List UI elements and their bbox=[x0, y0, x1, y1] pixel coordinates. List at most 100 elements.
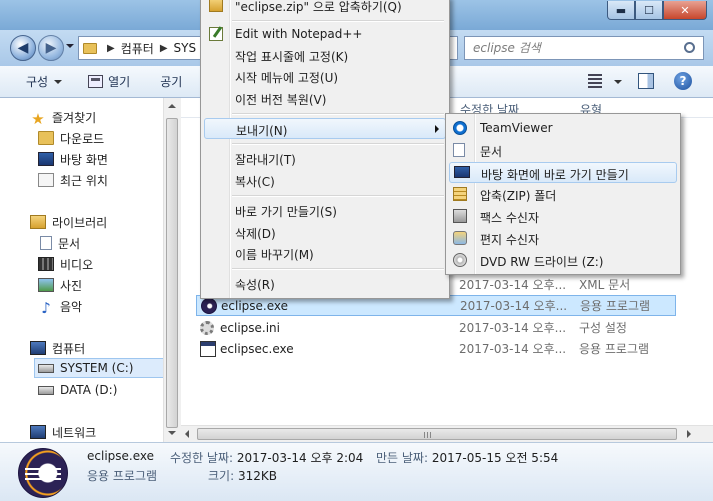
send-to-zip-folder[interactable]: 압축(ZIP) 폴더 bbox=[449, 184, 677, 205]
back-arrow-icon: ◀ bbox=[17, 40, 29, 56]
menu-label: TeamViewer bbox=[480, 121, 553, 135]
menu-item-edit-notepad[interactable]: Edit with Notepad++ bbox=[204, 24, 446, 45]
send-to-fax[interactable]: 팩스 수신자 bbox=[449, 206, 677, 227]
dvd-drive-icon bbox=[453, 253, 467, 267]
modified-value: 2017-03-14 오후 2:04 bbox=[236, 451, 364, 465]
downloads-folder-icon bbox=[38, 131, 54, 145]
nav-downloads[interactable]: 다운로드 bbox=[38, 128, 104, 148]
nav-vertical-scrollbar[interactable] bbox=[163, 98, 180, 442]
scroll-left-icon[interactable] bbox=[185, 430, 189, 438]
nav-label: 네트워크 bbox=[52, 425, 97, 440]
view-options-icon[interactable] bbox=[588, 74, 602, 88]
maximize-button[interactable]: ☐ bbox=[635, 1, 663, 20]
nav-label: 바탕 화면 bbox=[60, 152, 108, 167]
forward-button[interactable]: ▶ bbox=[38, 35, 64, 61]
help-icon[interactable]: ? bbox=[674, 72, 692, 90]
nav-desktop[interactable]: 바탕 화면 bbox=[38, 149, 108, 169]
menu-label: 시작 메뉴에 고정(U) bbox=[235, 71, 339, 85]
forward-arrow-icon: ▶ bbox=[45, 40, 57, 56]
menu-item-restore-previous[interactable]: 이전 버전 복원(V) bbox=[204, 88, 446, 109]
chevron-right-icon[interactable]: ▶ bbox=[107, 43, 115, 54]
menu-label: 복사(C) bbox=[235, 175, 275, 189]
nav-label: 최근 위치 bbox=[60, 173, 108, 188]
send-to-teamviewer[interactable]: TeamViewer bbox=[449, 118, 677, 139]
menu-separator bbox=[232, 20, 444, 22]
menu-label: 잘라내기(T) bbox=[235, 153, 296, 167]
send-to-desktop-shortcut[interactable]: 바탕 화면에 바로 가기 만들기 bbox=[449, 162, 677, 183]
file-row[interactable]: eclipse.ini 2017-03-14 오후... 구성 설정 bbox=[196, 317, 676, 338]
menu-item-copy[interactable]: 복사(C) bbox=[204, 170, 446, 191]
size-label: 크기: bbox=[208, 469, 235, 483]
menu-item-rename[interactable]: 이름 바꾸기(M) bbox=[204, 243, 446, 264]
nav-label: DATA (D:) bbox=[60, 383, 118, 397]
file-name: eclipse.ini bbox=[220, 320, 280, 335]
menu-label: 바로 가기 만들기(S) bbox=[235, 205, 337, 219]
nav-network[interactable]: 네트워크 bbox=[30, 422, 96, 442]
nav-label: 사진 bbox=[60, 278, 83, 293]
send-to-mail[interactable]: 편지 수신자 bbox=[449, 228, 677, 249]
menu-item-send-to[interactable]: 보내기(N) bbox=[204, 118, 446, 139]
chevron-down-icon bbox=[54, 79, 63, 84]
nav-music[interactable]: ♪ 음악 bbox=[38, 296, 82, 317]
menu-item-properties[interactable]: 속성(R) bbox=[204, 273, 446, 294]
send-to-submenu: TeamViewer 문서 바탕 화면에 바로 가기 만들기 압축(ZIP) 폴… bbox=[445, 113, 681, 275]
nav-videos[interactable]: 비디오 bbox=[38, 254, 93, 274]
nav-computer[interactable]: 컴퓨터 bbox=[30, 338, 85, 358]
close-button[interactable]: ✕ bbox=[663, 1, 707, 20]
nav-system-drive[interactable]: SYSTEM (C:) bbox=[34, 358, 176, 378]
back-button[interactable]: ◀ bbox=[10, 35, 36, 61]
nav-label: 즐겨찾기 bbox=[52, 110, 97, 125]
details-file-name: eclipse.exe bbox=[87, 449, 155, 463]
organize-button[interactable]: 구성 bbox=[20, 70, 68, 94]
breadcrumb-computer[interactable]: 컴퓨터 bbox=[121, 40, 154, 57]
menu-label: 팩스 수신자 bbox=[480, 211, 540, 225]
settings-file-icon bbox=[200, 320, 214, 335]
share-button[interactable]: 공기 bbox=[154, 70, 188, 94]
details-file-type: 응용 프로그램 bbox=[87, 469, 158, 483]
details-pane: eclipse.exe 응용 프로그램 수정한 날짜: 2017-03-14 오… bbox=[0, 442, 713, 501]
menu-item-delete[interactable]: 삭제(D) bbox=[204, 222, 446, 243]
nav-data-drive[interactable]: DATA (D:) bbox=[38, 380, 117, 400]
search-box[interactable] bbox=[464, 36, 704, 60]
menu-item-cut[interactable]: 잘라내기(T) bbox=[204, 148, 446, 169]
send-to-dvd[interactable]: DVD RW 드라이브 (Z:) bbox=[449, 250, 677, 271]
nav-label: 비디오 bbox=[60, 257, 94, 272]
recent-pages-dropdown[interactable] bbox=[66, 44, 74, 48]
window-controls: ▬ ☐ ✕ bbox=[607, 1, 707, 20]
search-input[interactable] bbox=[473, 41, 673, 55]
size-value: 312KB bbox=[237, 469, 277, 483]
nav-documents[interactable]: 문서 bbox=[38, 233, 80, 253]
preview-pane-icon[interactable] bbox=[638, 73, 654, 89]
nav-libraries[interactable]: 라이브러리 bbox=[30, 212, 107, 232]
open-button[interactable]: 열기 bbox=[82, 70, 136, 94]
chevron-right-icon[interactable]: ▶ bbox=[160, 43, 168, 54]
nav-favorites[interactable]: ★ 즐겨찾기 bbox=[30, 107, 97, 128]
menu-item-pin-taskbar[interactable]: 작업 표시줄에 고정(K) bbox=[204, 45, 446, 66]
breadcrumb-system[interactable]: SYS bbox=[174, 41, 197, 55]
chevron-down-icon[interactable] bbox=[614, 80, 622, 84]
details-created: 만든 날짜: 2017-05-15 오전 5:54 bbox=[376, 449, 558, 466]
scroll-down-icon[interactable] bbox=[168, 431, 176, 435]
horizontal-scrollbar[interactable] bbox=[181, 425, 713, 442]
scroll-up-icon[interactable] bbox=[168, 104, 176, 108]
menu-label: 작업 표시줄에 고정(K) bbox=[235, 50, 349, 64]
menu-item-pin-start[interactable]: 시작 메뉴에 고정(U) bbox=[204, 66, 446, 87]
scroll-right-icon[interactable] bbox=[687, 430, 691, 438]
menu-item-create-shortcut[interactable]: 바로 가기 만들기(S) bbox=[204, 200, 446, 221]
nav-recent[interactable]: 최근 위치 bbox=[38, 170, 108, 190]
scroll-thumb[interactable] bbox=[197, 428, 677, 440]
file-type: 응용 프로그램 bbox=[580, 299, 651, 313]
menu-label: 문서 bbox=[480, 145, 503, 159]
minimize-button[interactable]: ▬ bbox=[607, 1, 635, 20]
star-icon: ★ bbox=[31, 110, 45, 128]
file-row[interactable]: eclipsec.exe 2017-03-14 오후... 응용 프로그램 bbox=[196, 338, 676, 359]
menu-item-zip[interactable]: "eclipse.zip" 으로 압축하기(Q) bbox=[204, 0, 446, 16]
nav-pictures[interactable]: 사진 bbox=[38, 275, 82, 295]
scroll-thumb[interactable] bbox=[166, 118, 178, 428]
teamviewer-icon bbox=[453, 121, 467, 135]
search-icon[interactable] bbox=[684, 42, 695, 53]
menu-separator bbox=[232, 268, 444, 270]
send-to-documents[interactable]: 문서 bbox=[449, 140, 677, 161]
hard-drive-icon bbox=[38, 385, 54, 395]
menu-separator bbox=[232, 113, 444, 115]
